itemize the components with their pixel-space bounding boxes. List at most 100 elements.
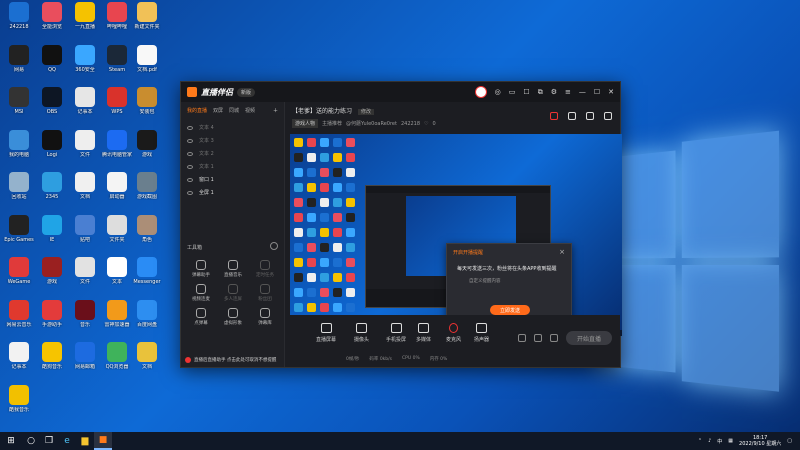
modal-close-icon[interactable]: × — [559, 248, 565, 256]
desktop-icon[interactable]: 新建文件夹 — [130, 2, 164, 46]
desktop-icon[interactable]: 全能浏览 — [35, 2, 69, 46]
tool-item[interactable]: 多人连屏 — [217, 284, 249, 302]
search-icon[interactable]: ○ — [22, 432, 40, 450]
send-now-button[interactable]: 立即发送 — [490, 305, 530, 315]
desktop-icon[interactable]: 360安全 — [68, 44, 102, 89]
desktop-icon[interactable]: 腾讯电脑管家 — [100, 129, 134, 174]
scene-item[interactable]: 全屏 1 — [181, 186, 284, 199]
desktop-icon[interactable]: 网易云音乐 — [2, 299, 36, 344]
control-button[interactable]: 扬声器 — [474, 323, 489, 343]
desktop-icon[interactable]: 安装包 — [130, 87, 164, 131]
desktop-icon[interactable]: 文件 — [68, 129, 102, 174]
desktop-icon[interactable]: QQ — [35, 44, 69, 89]
tool-item[interactable]: 直播音乐 — [217, 260, 249, 278]
desktop-icon[interactable]: 一九直播 — [68, 2, 102, 46]
scene-item[interactable]: 文本 1 — [181, 160, 284, 173]
desktop-icon[interactable]: 百度网盘 — [130, 299, 164, 344]
category-tag[interactable]: 游戏人物 — [292, 119, 319, 128]
tool-item[interactable]: 弹幕助手 — [185, 260, 217, 278]
pin-icon[interactable] — [586, 112, 594, 120]
volume-icon[interactable]: ♪ — [708, 438, 711, 444]
tool-item[interactable]: 定时任务 — [249, 260, 281, 278]
desktop-icon[interactable]: 酷狗音乐 — [35, 342, 69, 386]
desktop-icon[interactable]: 游戏 — [35, 257, 69, 301]
control-button[interactable]: 摄像头 — [354, 323, 369, 343]
clock[interactable]: 18:17 2022/9/10 星期六 — [739, 435, 781, 447]
gift-icon[interactable] — [550, 112, 558, 120]
collect-icon[interactable]: ☐ — [523, 88, 529, 96]
ime-indicator[interactable]: 中 — [717, 438, 722, 445]
desktop-icon[interactable]: 文档.pdf — [130, 44, 164, 89]
control-button[interactable]: 手机投屏 — [386, 323, 406, 343]
desktop-icon[interactable]: OBS — [35, 87, 69, 131]
tool-item[interactable]: 点弹幕 — [185, 308, 217, 326]
modal-subtext[interactable]: 自定义提醒内容 — [447, 272, 571, 284]
eye-icon[interactable] — [187, 190, 193, 195]
live-companion-taskbar-icon[interactable]: ■ — [94, 432, 112, 450]
close-icon[interactable]: ✕ — [608, 88, 614, 96]
edit-title-button[interactable]: 修改 — [357, 109, 374, 115]
desktop-icon[interactable]: MSI — [2, 87, 36, 131]
desktop-icon[interactable]: 2345 — [35, 172, 69, 216]
desktop-icon[interactable]: IE — [35, 214, 69, 259]
share-window-icon[interactable] — [568, 112, 576, 120]
desktop-icon[interactable]: 242218 — [2, 2, 36, 46]
share-icon[interactable] — [604, 112, 612, 120]
file-explorer-icon[interactable]: ▆ — [76, 432, 94, 450]
camera-record-icon[interactable] — [518, 334, 526, 342]
desktop-icon[interactable]: 启动器 — [100, 172, 134, 216]
add-scene-icon[interactable]: ＋ — [273, 107, 278, 114]
window-icon[interactable]: ⧉ — [538, 88, 543, 97]
grid-icon[interactable]: ▦ — [728, 438, 733, 444]
start-button[interactable]: ⊞ — [0, 432, 22, 450]
desktop-icon[interactable]: 记事本 — [2, 342, 36, 386]
stream-preview[interactable]: 开启开播提醒 × 每天可发送三次，粉丝将在头条APP收到提醒 自定义提醒内容 立… — [290, 134, 622, 336]
desktop-icon[interactable]: Epic Games — [2, 214, 36, 259]
tool-item[interactable]: 弹幕库 — [249, 308, 281, 326]
people-icon[interactable]: ⌃ — [698, 438, 702, 444]
desktop-icon[interactable]: 贴吧 — [68, 214, 102, 259]
desktop-icon[interactable]: QQ浏览器 — [100, 342, 134, 386]
eye-icon[interactable] — [187, 164, 193, 169]
desktop-icon[interactable]: 哔哩哔哩 — [100, 2, 134, 46]
scene-item[interactable]: 文本 3 — [181, 134, 284, 147]
desktop-icon[interactable]: Steam — [100, 44, 134, 89]
task-view-icon[interactable]: ❒ — [40, 432, 58, 450]
eye-icon[interactable] — [187, 138, 193, 143]
desktop-icon[interactable]: 雷神加速器 — [100, 299, 134, 344]
desktop-icon[interactable]: 文件夹 — [100, 214, 134, 259]
message-icon[interactable]: ▭ — [509, 88, 516, 96]
desktop-icon[interactable]: 音乐 — [68, 299, 102, 344]
control-button[interactable]: 麦克风 — [446, 323, 461, 343]
scene-item[interactable]: 窗口 1 — [181, 173, 284, 186]
tool-item[interactable]: 视频连麦 — [185, 284, 217, 302]
tab-video[interactable]: 视频 — [245, 107, 255, 114]
desktop-icon[interactable]: WPS — [100, 87, 134, 131]
start-live-button[interactable]: 开始直播 — [566, 331, 612, 345]
desktop-icon[interactable]: 文本 — [100, 257, 134, 301]
maximize-icon[interactable]: ☐ — [594, 88, 600, 96]
eye-icon[interactable] — [187, 125, 193, 130]
desktop-icon[interactable]: 游戏截图 — [130, 172, 164, 216]
scene-item[interactable]: 文本 2 — [181, 147, 284, 160]
desktop-icon[interactable]: 角色 — [130, 214, 164, 259]
eye-icon[interactable] — [187, 177, 193, 182]
headset-icon[interactable]: ◎ — [495, 88, 501, 96]
user-avatar[interactable] — [474, 86, 487, 98]
desktop-icon[interactable]: 网易 — [2, 44, 36, 89]
desktop-icon[interactable]: 网易邮箱 — [68, 342, 102, 386]
menu-icon[interactable]: ≡ — [565, 88, 571, 96]
desktop-icon[interactable]: 文件 — [68, 257, 102, 301]
desktop-icon[interactable]: Messenger — [130, 257, 164, 301]
desktop-icon[interactable]: 文档 — [130, 342, 164, 386]
preview-toggle-icon[interactable] — [534, 334, 542, 342]
reminder-tip[interactable]: 直播后直播助手 点击此处可取消不想提醒 — [185, 357, 276, 363]
desktop-icon[interactable]: 游戏 — [130, 129, 164, 174]
desktop-icon[interactable]: Logi — [35, 129, 69, 174]
tool-item[interactable]: 虚拟形象 — [217, 308, 249, 326]
notification-icon[interactable]: ▢ — [787, 438, 792, 444]
edge-browser-icon[interactable]: e — [58, 432, 76, 450]
stream-settings-icon[interactable] — [550, 334, 558, 342]
eye-icon[interactable] — [187, 151, 193, 156]
desktop-icon[interactable]: 手游助手 — [35, 299, 69, 344]
